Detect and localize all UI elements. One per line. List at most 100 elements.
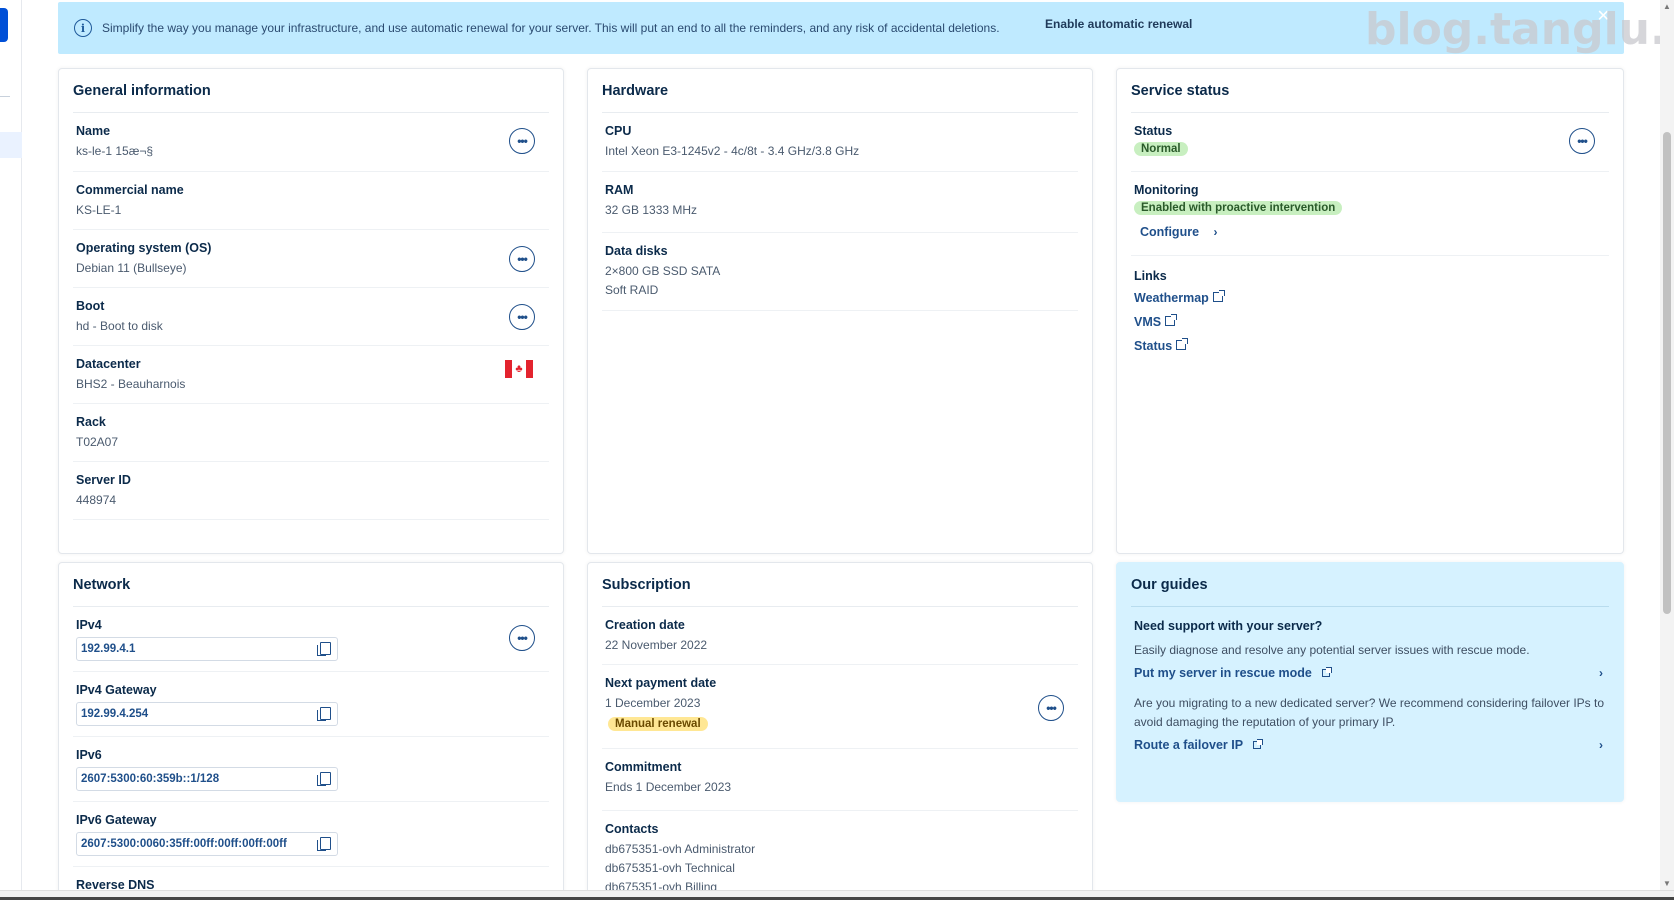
row-value: Intel Xeon E3-1245v2 - 4c/8t - 3.4 GHz/3… <box>605 144 860 158</box>
row-value: 22 November 2022 <box>605 638 708 652</box>
subscription-row-payment: Next payment date 1 December 2023 Manual… <box>602 665 1078 749</box>
card-title: General information <box>73 83 549 113</box>
ipv4-more-button[interactable]: ••• <box>509 625 535 651</box>
ipv6-field[interactable]: 2607:5300:60:359b::1/128 <box>76 767 338 791</box>
row-label: Rack <box>76 415 106 429</box>
links-label: Links <box>1134 269 1167 283</box>
sidebar-selected-item[interactable] <box>0 132 22 158</box>
network-row-ipv6-gateway: IPv6 Gateway 2607:5300:0060:35ff:00ff:00… <box>73 802 549 867</box>
scroll-down-icon[interactable]: ▼ <box>1663 879 1671 888</box>
row-value: ks-le-1 15æ¬§ <box>76 144 154 158</box>
row-label: Datacenter <box>76 357 141 371</box>
row-value: 32 GB 1333 MHz <box>605 203 698 217</box>
link-label[interactable]: Weathermap <box>1134 291 1209 305</box>
guide-failover: Are you migrating to a new dedicated ser… <box>1131 680 1609 752</box>
row-label: Next payment date <box>605 676 717 690</box>
vms-link[interactable]: VMS <box>1134 313 1609 331</box>
manual-renewal-badge: Manual renewal <box>608 717 708 731</box>
failover-ip-link[interactable]: Route a failover IP › <box>1134 738 1609 752</box>
watermark: blog.tanglu.me <box>1365 4 1674 55</box>
info-row-rack: Rack T02A07 <box>73 404 549 462</box>
subscription-row-commitment: Commitment Ends 1 December 2023 <box>602 749 1078 811</box>
ipv4-field[interactable]: 192.99.4.1 <box>76 637 338 661</box>
row-label: Boot <box>76 299 105 313</box>
row-value: BHS2 - Beauharnois <box>76 377 186 391</box>
sidebar-active-tab[interactable] <box>0 8 8 42</box>
payment-more-button[interactable]: ••• <box>1038 695 1064 721</box>
info-row-os: Operating system (OS) Debian 11 (Bullsey… <box>73 230 549 288</box>
external-link-icon <box>1212 290 1225 302</box>
configure-link[interactable]: Configure › <box>1134 223 1609 241</box>
row-label: Status <box>1134 124 1173 138</box>
row-value: Ends 1 December 2023 <box>605 780 732 794</box>
scroll-up-icon[interactable]: ▲ <box>1663 2 1671 11</box>
sidebar-divider <box>0 96 10 97</box>
name-more-button[interactable]: ••• <box>509 128 535 154</box>
copy-icon[interactable] <box>317 772 331 786</box>
row-value: 448974 <box>76 493 117 507</box>
link-label[interactable]: Status <box>1134 339 1172 353</box>
configure-label[interactable]: Configure <box>1140 225 1199 239</box>
info-row-server-id: Server ID 448974 <box>73 462 549 520</box>
rescue-mode-link[interactable]: Put my server in rescue mode › <box>1134 666 1609 680</box>
row-label: Commercial name <box>76 183 184 197</box>
scrollbar-thumb[interactable] <box>1663 132 1671 614</box>
row-value: hd - Boot to disk <box>76 319 163 333</box>
vertical-scrollbar[interactable]: ▲ ▼ <box>1660 0 1674 890</box>
hardware-row-ram: RAM 32 GB 1333 MHz <box>602 172 1078 233</box>
left-sidebar <box>0 0 22 900</box>
card-title: Subscription <box>602 577 1078 607</box>
row-label: Creation date <box>605 618 685 632</box>
link-label[interactable]: Route a failover IP <box>1134 738 1243 752</box>
service-links: Links Weathermap VMS Status <box>1131 256 1609 355</box>
ip-value: 2607:5300:0060:35ff:00ff:00ff:00ff:00ff <box>81 838 287 850</box>
status-link[interactable]: Status <box>1134 337 1609 355</box>
row-value: KS-LE-1 <box>76 203 122 217</box>
card-title: Hardware <box>602 83 1078 113</box>
row-label: Operating system (OS) <box>76 241 212 255</box>
subscription-row-creation: Creation date 22 November 2022 <box>602 607 1078 665</box>
service-row-monitoring: Monitoring Enabled with proactive interv… <box>1131 172 1609 256</box>
row-label: Data disks <box>605 244 668 258</box>
canada-flag-icon: ♣ <box>505 360 533 378</box>
info-row-datacenter: Datacenter BHS2 - Beauharnois ♣ <box>73 346 549 404</box>
external-link-icon <box>1176 338 1189 350</box>
card-title: Service status <box>1131 83 1609 113</box>
external-link-icon <box>1253 739 1264 749</box>
ipv4-gateway-field[interactable]: 192.99.4.254 <box>76 702 338 726</box>
row-label: Name <box>76 124 111 138</box>
row-label: IPv6 <box>76 748 102 762</box>
row-label: CPU <box>605 124 632 138</box>
info-row-commercial-name: Commercial name KS-LE-1 <box>73 172 549 230</box>
ip-value: 2607:5300:60:359b::1/128 <box>81 773 220 785</box>
row-label: Monitoring <box>1134 183 1199 197</box>
copy-icon[interactable] <box>317 707 331 721</box>
ipv6-gateway-field[interactable]: 2607:5300:0060:35ff:00ff:00ff:00ff:00ff <box>76 832 338 856</box>
row-label: IPv4 Gateway <box>76 683 157 697</box>
row-value: 1 December 2023 <box>605 696 701 710</box>
os-more-button[interactable]: ••• <box>509 246 535 272</box>
row-value: T02A07 <box>76 435 119 449</box>
guide-text: Are you migrating to a new dedicated ser… <box>1134 696 1605 729</box>
ip-value: 192.99.4.254 <box>81 708 149 720</box>
row-value: 2×800 GB SSD SATA <box>605 264 721 278</box>
weathermap-link[interactable]: Weathermap <box>1134 289 1609 307</box>
network-row-ipv4: IPv4 192.99.4.1 ••• <box>73 607 549 672</box>
status-more-button[interactable]: ••• <box>1569 128 1595 154</box>
general-information-card: General information Name ks-le-1 15æ¬§ •… <box>58 68 564 554</box>
network-card: Network IPv4 192.99.4.1 ••• IPv4 Gateway… <box>58 562 564 900</box>
row-label: Contacts <box>605 822 659 836</box>
link-label[interactable]: Put my server in rescue mode <box>1134 666 1312 680</box>
bottom-edge <box>0 890 1674 900</box>
boot-more-button[interactable]: ••• <box>509 304 535 330</box>
row-value: Debian 11 (Bullseye) <box>76 261 187 275</box>
row-label: RAM <box>605 183 634 197</box>
copy-icon[interactable] <box>317 837 331 851</box>
external-link-icon <box>1165 314 1178 326</box>
copy-icon[interactable] <box>317 642 331 656</box>
hardware-row-disks: Data disks 2×800 GB SSD SATA Soft RAID <box>602 233 1078 311</box>
contact-item: db675351-ovh Technical <box>605 861 735 875</box>
enable-automatic-renewal-link[interactable]: Enable automatic renewal <box>1045 17 1192 31</box>
info-row-boot: Boot hd - Boot to disk ••• <box>73 288 549 346</box>
link-label[interactable]: VMS <box>1134 315 1161 329</box>
